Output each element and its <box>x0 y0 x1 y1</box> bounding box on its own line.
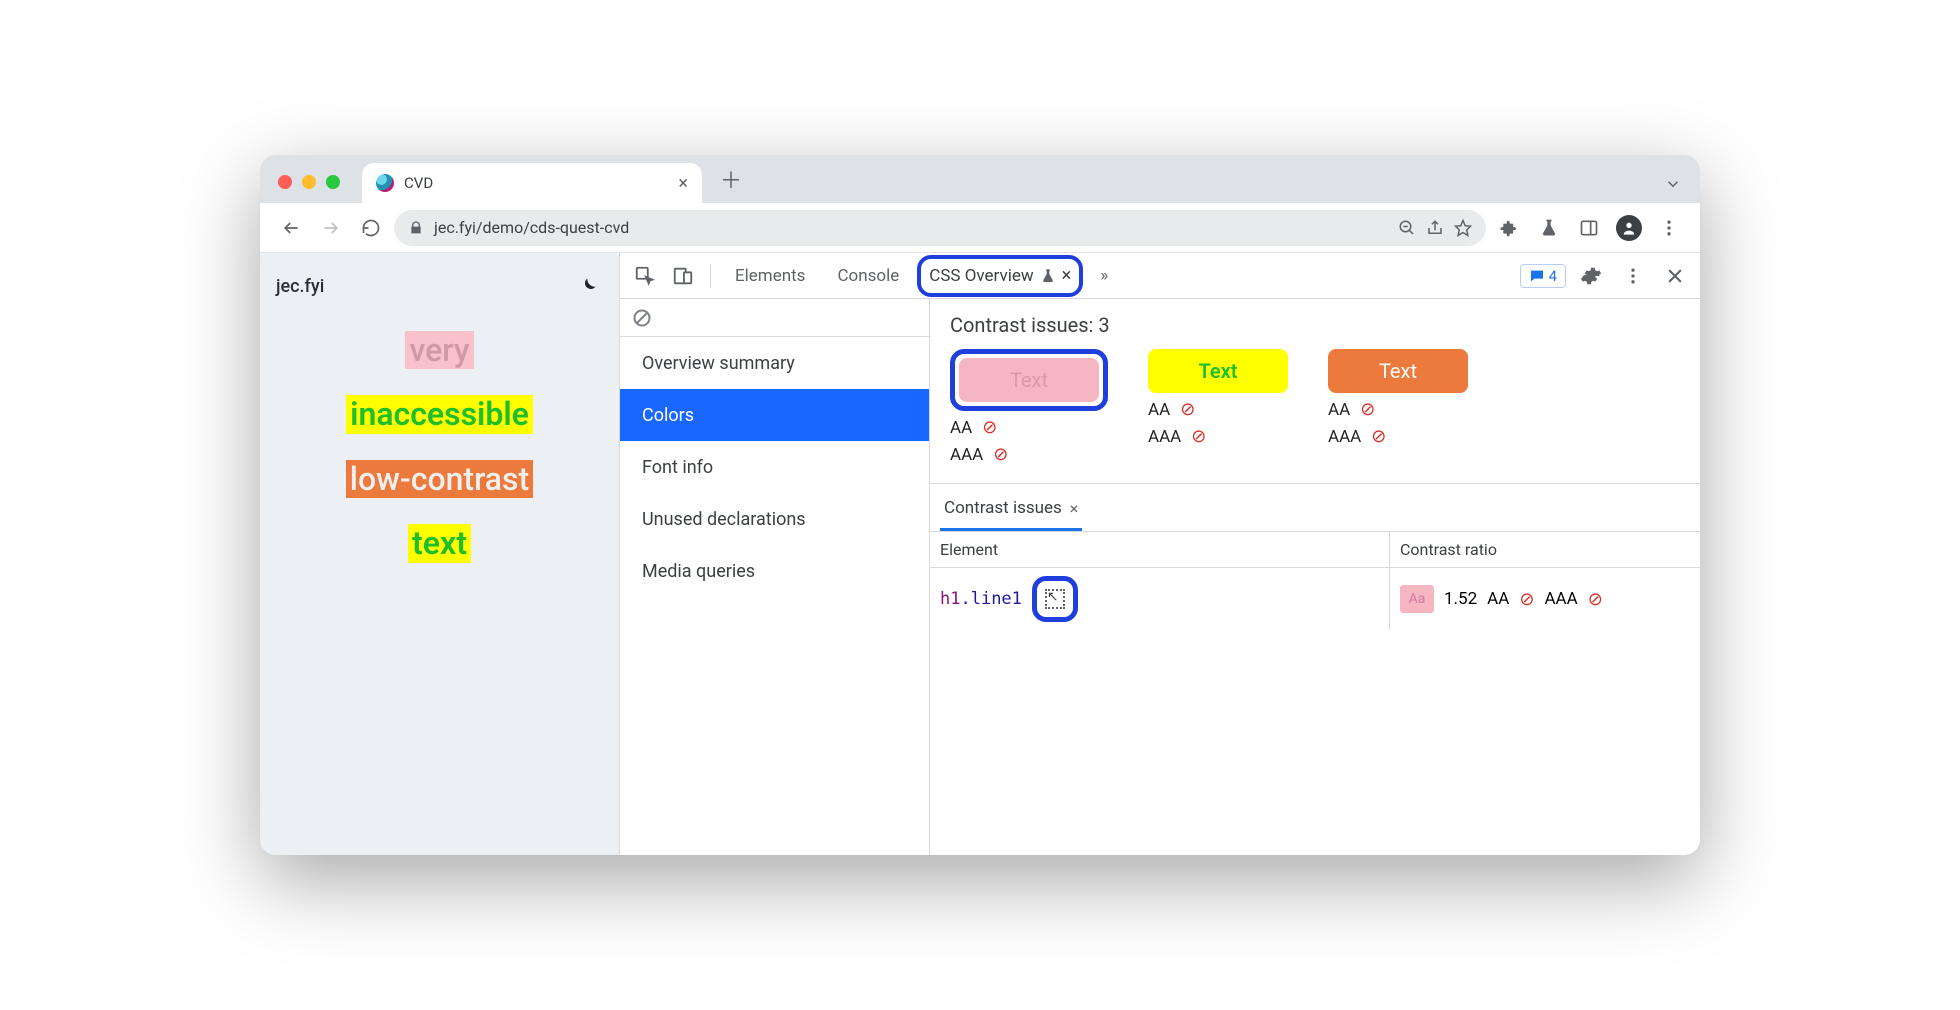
fail-icon: ⊘ <box>1191 426 1206 447</box>
rendered-page: jec.fyi very inaccessible low-contrast t… <box>260 253 620 855</box>
maximize-window-button[interactable] <box>326 175 340 189</box>
settings-gear-icon[interactable] <box>1574 259 1608 293</box>
contrast-swatch-1[interactable]: Text AA⊘ AAA⊘ <box>950 349 1108 465</box>
forward-button[interactable] <box>314 211 348 245</box>
fail-icon: ⊘ <box>1180 399 1195 420</box>
column-header-ratio: Contrast ratio <box>1390 532 1700 567</box>
ratio-sample-swatch: Aa <box>1400 585 1434 613</box>
share-icon[interactable] <box>1426 219 1444 237</box>
close-window-button[interactable] <box>278 175 292 189</box>
devtools-body: Overview summary Colors Font info Unused… <box>620 299 1700 855</box>
swatch-sample-1: Text <box>959 358 1099 402</box>
contrast-issues-heading: Contrast issues: 3 <box>930 299 1700 343</box>
column-header-element: Element <box>930 532 1390 567</box>
browser-tab[interactable]: CVD × <box>362 163 702 203</box>
browser-menu-button[interactable] <box>1652 211 1686 245</box>
device-toggle-icon[interactable] <box>666 259 700 293</box>
aa-label: AA <box>1487 589 1509 609</box>
url-text: jec.fyi/demo/cds-quest-cvd <box>434 218 629 237</box>
console-messages-badge[interactable]: 4 <box>1520 264 1566 288</box>
devtools-tabbar: Elements Console CSS Overview × » <box>620 253 1700 299</box>
zoom-icon[interactable] <box>1398 219 1416 237</box>
browser-toolbar: jec.fyi/demo/cds-quest-cvd <box>260 203 1700 253</box>
scroll-into-view-icon[interactable] <box>1045 589 1065 609</box>
selector-class: .line1 <box>960 589 1021 609</box>
devtools-tab-css-overview[interactable]: CSS Overview × <box>927 259 1073 293</box>
contrast-results-panel: Contrast issues × Element Contrast ratio <box>930 483 1700 855</box>
ratio-value: 1.52 <box>1444 589 1477 609</box>
devtools-panel: Elements Console CSS Overview × » <box>620 253 1700 855</box>
tab-title: CVD <box>404 174 433 192</box>
back-button[interactable] <box>274 211 308 245</box>
more-tabs-button[interactable]: » <box>1087 259 1121 293</box>
aaa-label: AAA <box>1544 589 1577 609</box>
new-tab-button[interactable]: ＋ <box>710 163 752 195</box>
fail-icon: ⊘ <box>993 444 1008 465</box>
titlebar: CVD × ＋ <box>260 155 1700 203</box>
highlight-ring-scroll-into-view <box>1032 576 1078 622</box>
sidebar-item-media-queries[interactable]: Media queries <box>620 545 929 597</box>
page-site-title: jec.fyi <box>276 276 324 297</box>
results-tab-contrast-issues[interactable]: Contrast issues × <box>940 492 1082 531</box>
contrast-swatches-row: Text AA⊘ AAA⊘ Text AA⊘ AAA⊘ <box>930 343 1700 483</box>
extensions-icon[interactable] <box>1492 211 1526 245</box>
highlight-ring-swatch: Text <box>950 349 1108 411</box>
message-icon <box>1529 268 1545 284</box>
reload-button[interactable] <box>354 211 388 245</box>
fail-icon: ⊘ <box>982 417 997 438</box>
fail-icon: ⊘ <box>1371 426 1386 447</box>
content-area: jec.fyi very inaccessible low-contrast t… <box>260 253 1700 855</box>
devtools-close-icon[interactable] <box>1658 259 1692 293</box>
tab-close-button[interactable]: × <box>678 173 688 194</box>
fail-icon: ⊘ <box>1519 589 1534 610</box>
clear-overview-button[interactable] <box>620 299 929 337</box>
css-overview-sidebar: Overview summary Colors Font info Unused… <box>620 299 930 855</box>
swatch-sample-2: Text <box>1148 349 1288 393</box>
avatar-icon <box>1616 215 1642 241</box>
sidebar-item-unused-declarations[interactable]: Unused declarations <box>620 493 929 545</box>
results-header-row: Element Contrast ratio <box>930 532 1700 568</box>
sample-word-1: very <box>405 331 473 369</box>
results-row[interactable]: h1.line1 Aa 1.52 AA ⊘ <box>930 568 1700 630</box>
messages-count: 4 <box>1549 267 1557 285</box>
contrast-swatch-2[interactable]: Text AA⊘ AAA⊘ <box>1148 349 1288 465</box>
dark-mode-toggle[interactable] <box>573 271 603 301</box>
swatch-sample-3: Text <box>1328 349 1468 393</box>
sample-word-3: low-contrast <box>346 460 533 498</box>
address-bar[interactable]: jec.fyi/demo/cds-quest-cvd <box>394 210 1486 246</box>
browser-window: CVD × ＋ jec.fyi/demo/cds-quest-cvd <box>260 155 1700 855</box>
highlight-ring-tab: CSS Overview × <box>917 255 1083 297</box>
contrast-swatch-3[interactable]: Text AA⊘ AAA⊘ <box>1328 349 1468 465</box>
sample-word-2: inaccessible <box>346 395 533 433</box>
sample-word-4: text <box>408 524 471 562</box>
side-panel-icon[interactable] <box>1572 211 1606 245</box>
profile-avatar[interactable] <box>1612 211 1646 245</box>
sidebar-item-font-info[interactable]: Font info <box>620 441 929 493</box>
sidebar-item-overview-summary[interactable]: Overview summary <box>620 337 929 389</box>
results-tab-close-icon[interactable]: × <box>1070 499 1079 518</box>
sidebar-item-colors[interactable]: Colors <box>620 389 929 441</box>
selector-tag: h1 <box>940 589 960 609</box>
fail-icon: ⊘ <box>1360 399 1375 420</box>
devtools-tab-console[interactable]: Console <box>823 253 913 298</box>
tab-close-icon[interactable]: × <box>1062 265 1072 286</box>
bookmark-star-icon[interactable] <box>1454 219 1472 237</box>
tab-list-button[interactable] <box>1664 175 1682 193</box>
devtools-tab-elements[interactable]: Elements <box>721 253 819 298</box>
labs-icon[interactable] <box>1532 211 1566 245</box>
inspect-element-icon[interactable] <box>628 259 662 293</box>
favicon-icon <box>376 174 394 192</box>
window-controls <box>278 175 340 189</box>
fail-icon: ⊘ <box>1588 589 1603 610</box>
flask-icon <box>1040 268 1056 284</box>
css-overview-main: Contrast issues: 3 Text AA⊘ AAA⊘ Tex <box>930 299 1700 855</box>
devtools-menu-icon[interactable] <box>1616 259 1650 293</box>
lock-icon <box>408 220 424 236</box>
minimize-window-button[interactable] <box>302 175 316 189</box>
